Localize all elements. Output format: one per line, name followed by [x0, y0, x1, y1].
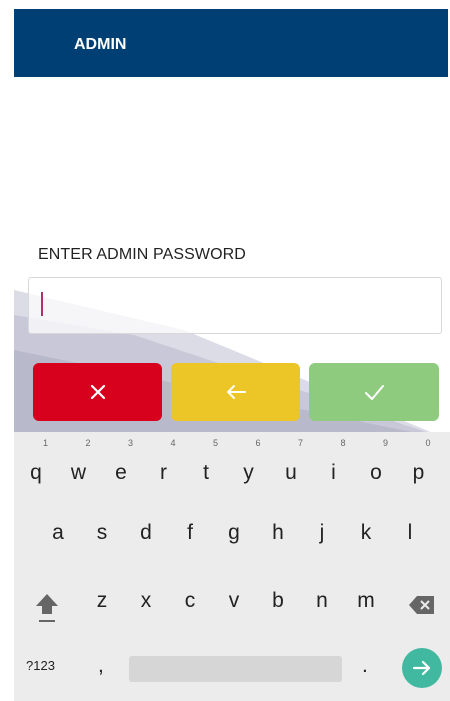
- arrow-right-icon: [412, 660, 431, 676]
- key-r[interactable]: 4r: [148, 438, 180, 488]
- key-hint: 2: [85, 438, 91, 448]
- space-key[interactable]: [129, 656, 342, 682]
- key-label: r: [160, 461, 167, 484]
- key-label: y: [243, 461, 254, 484]
- key-t[interactable]: 5t: [190, 438, 222, 488]
- close-icon: [90, 384, 105, 400]
- text-caret: [41, 292, 43, 316]
- enter-key[interactable]: [402, 648, 442, 688]
- password-label: ENTER ADMIN PASSWORD: [38, 246, 246, 263]
- key-x[interactable]: x: [130, 586, 162, 626]
- check-icon: [365, 385, 384, 400]
- symbols-key[interactable]: ?123: [26, 658, 55, 673]
- app-title: ADMIN: [74, 36, 127, 53]
- key-label: i: [331, 461, 336, 484]
- key-w[interactable]: 2w: [63, 438, 95, 488]
- key-hint: 9: [382, 438, 388, 448]
- key-hint: 1: [42, 438, 48, 448]
- key-z[interactable]: z: [86, 586, 118, 626]
- key-f[interactable]: f: [174, 518, 206, 558]
- key-label: t: [203, 461, 209, 484]
- period-key[interactable]: .: [362, 654, 368, 678]
- key-hint: 7: [297, 438, 303, 448]
- key-y[interactable]: 6y: [233, 438, 265, 488]
- key-label: u: [285, 461, 297, 484]
- key-a[interactable]: a: [42, 518, 74, 558]
- backspace-button[interactable]: [171, 363, 300, 421]
- key-v[interactable]: v: [218, 586, 250, 626]
- key-k[interactable]: k: [350, 518, 382, 558]
- key-n[interactable]: n: [306, 586, 338, 626]
- key-j[interactable]: j: [306, 518, 338, 558]
- key-m[interactable]: m: [350, 586, 382, 626]
- key-o[interactable]: 9o: [360, 438, 392, 488]
- key-i[interactable]: 8i: [318, 438, 350, 488]
- backspace-key-icon[interactable]: [408, 595, 436, 615]
- key-label: q: [30, 461, 42, 484]
- key-u[interactable]: 7u: [275, 438, 307, 488]
- arrow-left-icon: [226, 385, 246, 399]
- key-label: w: [70, 461, 87, 484]
- key-q[interactable]: 1q: [20, 438, 52, 488]
- key-hint: 6: [255, 438, 261, 448]
- key-b[interactable]: b: [262, 586, 294, 626]
- confirm-button[interactable]: [309, 363, 439, 421]
- key-l[interactable]: l: [394, 518, 426, 558]
- key-hint: 4: [170, 438, 176, 448]
- key-hint: 8: [340, 438, 346, 448]
- key-c[interactable]: c: [174, 586, 206, 626]
- key-label: e: [115, 461, 127, 484]
- key-hint: 3: [127, 438, 133, 448]
- key-hint: 5: [212, 438, 218, 448]
- app-bar: ADMIN: [14, 9, 448, 77]
- key-label: p: [412, 461, 425, 484]
- key-hint: 0: [425, 438, 431, 448]
- key-s[interactable]: s: [86, 518, 118, 558]
- cancel-button[interactable]: [33, 363, 162, 421]
- key-h[interactable]: h: [262, 518, 294, 558]
- key-label: o: [370, 461, 382, 484]
- key-e[interactable]: 3e: [105, 438, 137, 488]
- key-p[interactable]: 0p: [403, 438, 435, 488]
- comma-key[interactable]: ,: [98, 654, 104, 678]
- password-input[interactable]: [28, 277, 442, 334]
- soft-keyboard: 1q2w3e4r5t6y7u8i9o0p asdfghjkl zxcvbnm ?…: [14, 432, 450, 701]
- key-d[interactable]: d: [130, 518, 162, 558]
- shift-icon[interactable]: [34, 592, 60, 624]
- key-g[interactable]: g: [218, 518, 250, 558]
